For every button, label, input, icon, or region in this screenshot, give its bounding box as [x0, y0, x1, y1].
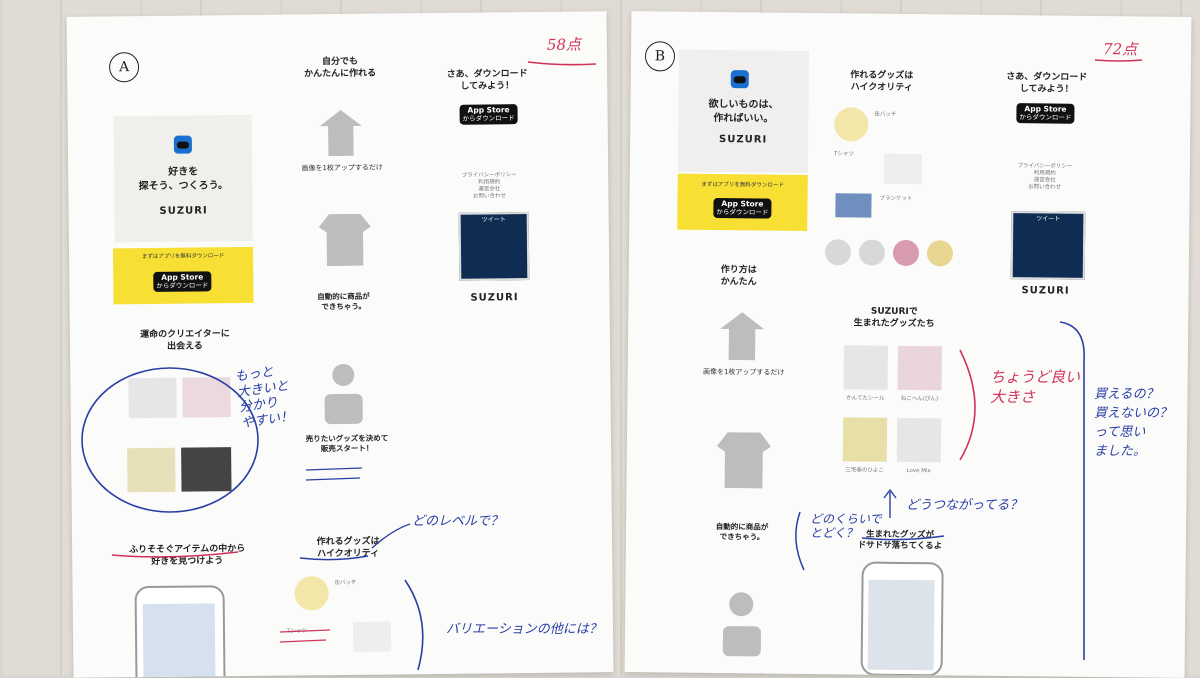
note-bigger: もっと 大きいと 分かり やすい！ — [233, 364, 295, 432]
bracket-goods-red — [959, 349, 976, 461]
underline-items-heading — [111, 551, 239, 558]
score-underline-a — [527, 61, 597, 66]
annotation-ink — [81, 59, 1143, 671]
underline-step3 — [305, 467, 363, 481]
note-level: どのレベルで？ — [412, 514, 504, 529]
note-how-much: どのくらいで とどく？ — [810, 512, 882, 541]
note-variation: バリエーションの他には？ — [446, 622, 602, 637]
note-size: ちょうど良い 大きさ — [990, 368, 1081, 406]
bracket-delivery — [795, 511, 805, 571]
bracket-variation — [404, 579, 424, 671]
underline-quality — [299, 555, 369, 561]
arrow-level — [371, 523, 411, 549]
underline-tshirt — [279, 629, 331, 643]
note-buy: 買えるの？ 買えないの？ って思い ました。 — [1094, 387, 1173, 459]
note-connect: どうつながってる？ — [906, 498, 1023, 513]
circle-mark-creators — [81, 367, 259, 513]
arrow-connect — [883, 488, 897, 518]
score-underline-b — [1094, 59, 1143, 62]
